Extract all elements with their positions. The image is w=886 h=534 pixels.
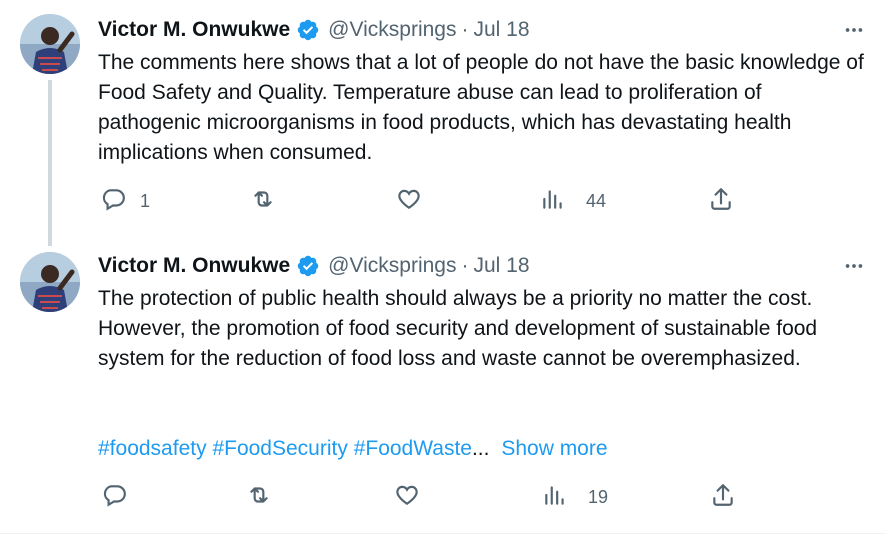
avatar-image	[20, 252, 80, 312]
author-name[interactable]: Victor M. Onwukwe	[98, 254, 290, 278]
reply-button[interactable]	[101, 482, 141, 512]
heart-icon	[396, 186, 422, 217]
separator-dot: ·	[461, 18, 469, 41]
retweet-icon	[250, 186, 276, 217]
reply-icon	[100, 186, 126, 217]
hashtag-line: #foodsafety #FoodSecurity #FoodWaste... …	[98, 434, 608, 464]
retweet-button[interactable]	[250, 186, 276, 216]
reply-count: 1	[140, 190, 151, 211]
tweet-actions: 19	[0, 482, 886, 512]
share-button[interactable]	[708, 186, 734, 216]
tweet-1[interactable]: Victor M. Onwukwe @Vicksprings · Jul 18 …	[0, 0, 886, 246]
hashtag-link[interactable]: #FoodSecurity	[212, 437, 347, 460]
tweet-text: The comments here shows that a lot of pe…	[98, 51, 864, 164]
more-horizontal-icon[interactable]	[840, 16, 868, 44]
more-horizontal-icon[interactable]	[840, 252, 868, 280]
share-icon	[710, 482, 736, 513]
verified-badge-icon	[296, 18, 320, 42]
heart-icon	[394, 482, 420, 513]
views-bar-chart-icon	[542, 482, 568, 513]
tweet-text: The protection of public health should a…	[98, 287, 818, 370]
view-count: 19	[588, 486, 609, 507]
tweet-header: Victor M. Onwukwe @Vicksprings · Jul 18	[98, 252, 530, 280]
retweet-button[interactable]	[246, 482, 272, 512]
verified-badge-icon	[296, 254, 320, 278]
tweet-date[interactable]: Jul 18	[473, 18, 529, 42]
hashtag-link[interactable]: #FoodWaste	[354, 437, 472, 460]
tweet-date[interactable]: Jul 18	[473, 254, 529, 278]
hashtag-link[interactable]: #foodsafety	[98, 437, 207, 460]
avatar[interactable]	[20, 14, 80, 74]
author-name[interactable]: Victor M. Onwukwe	[98, 18, 290, 42]
view-count: 44	[586, 190, 607, 211]
views-button[interactable]: 19	[542, 482, 608, 512]
show-more-link[interactable]: Show more	[501, 437, 607, 460]
views-button[interactable]: 44	[540, 186, 606, 216]
author-handle[interactable]: @Vicksprings	[328, 18, 456, 42]
tweet-header: Victor M. Onwukwe @Vicksprings · Jul 18	[98, 16, 530, 44]
reply-button[interactable]: 1	[100, 186, 150, 216]
truncation-ellipsis: ...	[471, 437, 490, 460]
share-icon	[708, 186, 734, 217]
reply-icon	[101, 482, 127, 513]
author-handle[interactable]: @Vicksprings	[328, 254, 456, 278]
avatar-image	[20, 14, 80, 74]
like-button[interactable]	[396, 186, 422, 216]
views-bar-chart-icon	[540, 186, 566, 217]
share-button[interactable]	[710, 482, 736, 512]
thread-line	[48, 80, 52, 246]
tweet-actions: 1 44	[0, 186, 886, 216]
separator-dot: ·	[461, 254, 469, 277]
tweet-2[interactable]: Victor M. Onwukwe @Vicksprings · Jul 18 …	[0, 236, 886, 534]
like-button[interactable]	[394, 482, 420, 512]
avatar[interactable]	[20, 252, 80, 312]
retweet-icon	[246, 482, 272, 513]
